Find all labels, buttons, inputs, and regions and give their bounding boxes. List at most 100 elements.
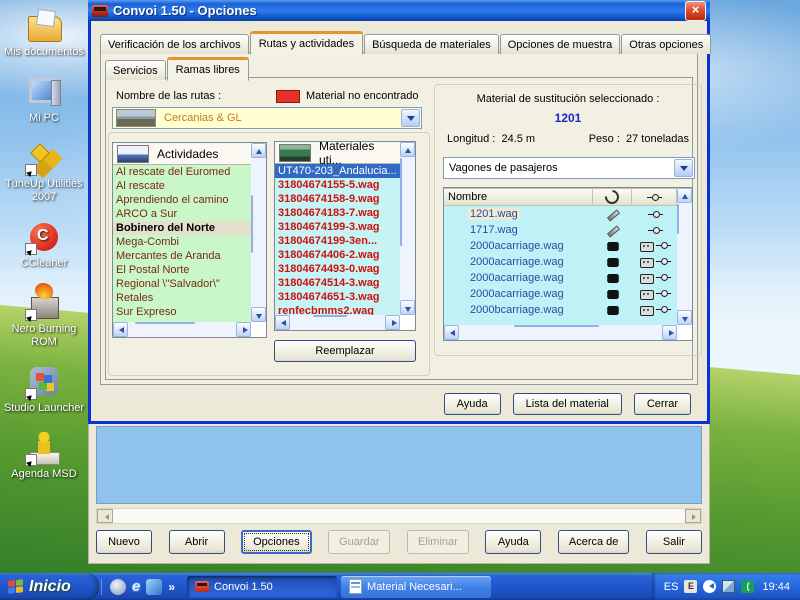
window-button[interactable]: Eliminar <box>407 530 469 554</box>
window-button[interactable]: Ayuda <box>485 530 541 554</box>
table-row[interactable]: 1201.wag <box>444 206 677 222</box>
desktop-icon[interactable]: Mi PC <box>2 74 86 125</box>
scroll-up-button[interactable] <box>400 142 415 157</box>
window-button[interactable]: Acerca de <box>558 530 630 554</box>
activity-item[interactable]: Mercantes de Aranda <box>113 249 251 263</box>
activity-item[interactable]: El Postal Norte <box>113 263 251 277</box>
scroll-right-button[interactable] <box>385 315 400 330</box>
desktop-icon[interactable]: Studio Launcher <box>2 364 86 415</box>
material-item[interactable]: 31804674199-3en... <box>275 234 400 248</box>
activity-item[interactable]: Aprendiendo el camino <box>113 193 251 207</box>
dialog-button[interactable]: Lista del material <box>513 393 622 415</box>
name-column-header[interactable]: Nombre <box>444 188 593 206</box>
horizontal-scrollbar[interactable] <box>96 508 702 524</box>
desktop-icon[interactable]: TuneUp Utilities 2007 <box>2 140 86 204</box>
scroll-right-button[interactable] <box>662 325 677 340</box>
window-button[interactable]: Nuevo <box>96 530 152 554</box>
main-tab[interactable]: Búsqueda de materiales <box>364 34 499 54</box>
display-tray-icon[interactable] <box>722 580 735 593</box>
material-item[interactable]: renfecbmms2.wag <box>275 304 400 315</box>
scroll-up-button[interactable] <box>677 188 692 203</box>
horizontal-scrollbar[interactable] <box>275 315 400 330</box>
taskbar-task-convoi[interactable]: Convoi 1.50 <box>187 576 337 598</box>
scrollbar-thumb[interactable] <box>135 322 195 324</box>
table-row[interactable]: 2000bcarriage.wag <box>444 302 677 318</box>
material-item[interactable]: 31804674406-2.wag <box>275 248 400 262</box>
sub-tab[interactable]: Ramas libres <box>167 58 249 81</box>
material-item[interactable]: 31804674183-7.wag <box>275 206 400 220</box>
activity-item[interactable]: Bobinero del Norte <box>113 221 251 235</box>
material-item[interactable]: 31804674199-3.wag <box>275 220 400 234</box>
table-row[interactable]: 2000acarriage.wag <box>444 238 677 254</box>
window-button[interactable]: Abrir <box>169 530 225 554</box>
activity-item[interactable]: ARCO a Sur <box>113 207 251 221</box>
window-button[interactable]: Salir <box>646 530 702 554</box>
material-item[interactable]: 31804674493-0.wag <box>275 262 400 276</box>
material-item[interactable]: 31804674651-3.wag <box>275 290 400 304</box>
table-row[interactable]: 2000acarriage.wag <box>444 254 677 270</box>
chevron-down-icon[interactable] <box>401 109 420 127</box>
taskbar-task-material[interactable]: Material Necesari... <box>341 576 491 598</box>
main-tab[interactable]: Rutas y actividades <box>250 32 363 55</box>
main-tab[interactable]: Otras opciones <box>621 34 711 54</box>
scroll-down-button[interactable] <box>400 300 415 315</box>
material-item[interactable]: 31804674155-5.wag <box>275 178 400 192</box>
scroll-up-button[interactable] <box>251 143 266 158</box>
activity-item[interactable]: Mega-Combi <box>113 235 251 249</box>
activity-item[interactable]: Sur Expreso <box>113 305 251 319</box>
horizontal-scrollbar[interactable] <box>113 322 251 337</box>
vertical-scrollbar[interactable] <box>677 188 692 325</box>
keyboard-tray-icon[interactable]: E <box>684 580 697 593</box>
desktop-icon[interactable]: CCleaner <box>2 219 86 270</box>
desktop-icon[interactable]: Agenda MSD <box>2 430 86 481</box>
reemplazar-button[interactable]: Reemplazar <box>274 340 416 362</box>
vertical-scrollbar[interactable] <box>251 143 266 322</box>
scroll-down-button[interactable] <box>677 310 692 325</box>
scroll-right-button[interactable] <box>236 322 251 337</box>
dialog-titlebar[interactable]: Convoi 1.50 - Opciones × <box>88 0 710 21</box>
scrollbar-thumb[interactable] <box>251 195 253 253</box>
scroll-right-button[interactable] <box>685 509 701 523</box>
scrollbar-thumb[interactable] <box>677 204 679 234</box>
activity-item[interactable]: Al rescate <box>113 179 251 193</box>
scrollbar-thumb[interactable] <box>400 158 402 246</box>
window-button[interactable]: Opciones <box>241 530 311 554</box>
scroll-down-button[interactable] <box>251 307 266 322</box>
material-item[interactable]: 31804674514-3.wag <box>275 276 400 290</box>
material-list-panel[interactable] <box>96 426 702 504</box>
material-item[interactable]: 31804674158-9.wag <box>275 192 400 206</box>
desktop-icon[interactable]: Nero Burning ROM <box>2 285 86 349</box>
sub-tab[interactable]: Servicios <box>105 60 166 80</box>
quick-launch-icon-1[interactable] <box>110 579 126 595</box>
internet-explorer-icon[interactable]: e <box>132 579 140 595</box>
dialog-button[interactable]: Ayuda <box>444 393 501 415</box>
quick-launch-icon-2[interactable] <box>146 579 162 595</box>
scroll-left-button[interactable] <box>444 325 459 340</box>
scroll-left-button[interactable] <box>97 509 113 523</box>
table-row[interactable]: 2000acarriage.wag <box>444 286 677 302</box>
scroll-left-button[interactable] <box>275 315 290 330</box>
hide-icons-button[interactable] <box>703 580 716 593</box>
start-button[interactable]: Inicio <box>0 573 99 600</box>
close-icon[interactable]: × <box>685 1 706 21</box>
quick-launch-chevron[interactable]: » <box>168 580 175 594</box>
horizontal-scrollbar[interactable] <box>444 325 677 340</box>
coupling-column-header[interactable] <box>632 188 677 206</box>
scrollbar-thumb[interactable] <box>313 315 347 317</box>
route-combobox[interactable]: Cercanias & GL <box>112 107 422 129</box>
main-tab[interactable]: Verificación de los archivos <box>100 34 249 54</box>
desktop-icon[interactable]: Mis documentos <box>2 8 86 59</box>
material-item[interactable]: UT470-203_Andalucia... <box>275 164 400 178</box>
vertical-scrollbar[interactable] <box>400 142 415 315</box>
dialog-button[interactable]: Cerrar <box>634 393 691 415</box>
main-tab[interactable]: Opciones de muestra <box>500 34 621 54</box>
chevron-down-icon[interactable] <box>674 159 693 177</box>
scrollbar-thumb[interactable] <box>514 325 599 327</box>
category-combobox[interactable]: Vagones de pasajeros <box>443 157 695 179</box>
scroll-left-button[interactable] <box>113 322 128 337</box>
activity-item[interactable]: Al rescate del Euromed <box>113 165 251 179</box>
activity-item[interactable]: Retales <box>113 291 251 305</box>
window-button[interactable]: Guardar <box>328 530 390 554</box>
table-row[interactable]: 2000acarriage.wag <box>444 270 677 286</box>
activity-item[interactable]: Regional \"Salvador\" <box>113 277 251 291</box>
